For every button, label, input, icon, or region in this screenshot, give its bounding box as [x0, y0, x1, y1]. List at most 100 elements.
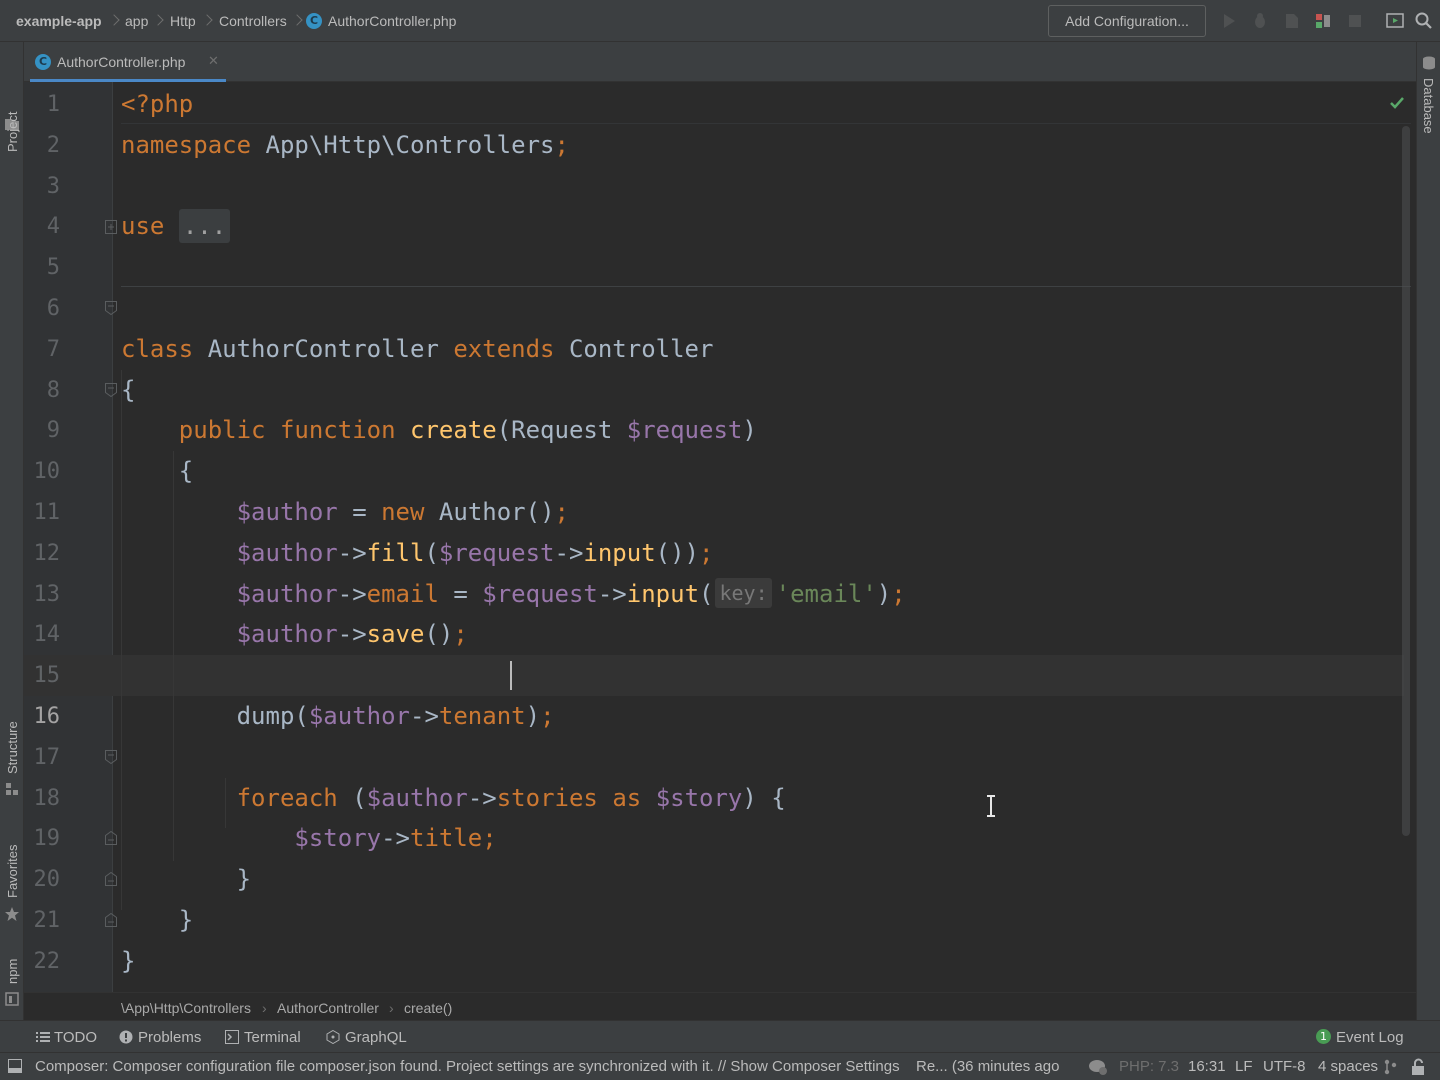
line-number[interactable]: 19: [24, 818, 61, 859]
fold-end-icon[interactable]: [104, 830, 118, 846]
tab-graphql[interactable]: GraphQL: [345, 1029, 407, 1046]
checkmark-icon[interactable]: [1388, 94, 1406, 112]
breadcrumb-app[interactable]: app: [125, 13, 148, 29]
search-icon[interactable]: [1414, 11, 1434, 31]
line-number[interactable]: 6: [24, 288, 60, 329]
php-class-icon: C: [35, 54, 51, 70]
code-line[interactable]: dump($author->tenant);: [121, 696, 555, 737]
tab-terminal[interactable]: Terminal: [244, 1029, 301, 1046]
line-number[interactable]: 3: [24, 166, 60, 207]
breadcrumb-controllers[interactable]: Controllers: [219, 13, 287, 29]
breadcrumb-separator: ›: [262, 1000, 267, 1016]
line-number[interactable]: 7: [24, 329, 60, 370]
vertical-scrollbar[interactable]: [1402, 126, 1410, 836]
code-line[interactable]: use ...: [121, 206, 231, 247]
code-line[interactable]: }: [121, 859, 251, 900]
tool-window-database[interactable]: Database: [1421, 78, 1436, 134]
folded-imports[interactable]: ...: [178, 209, 231, 244]
line-number[interactable]: 17: [24, 737, 61, 778]
line-number[interactable]: 9: [24, 410, 60, 451]
line-number[interactable]: 15: [24, 655, 61, 696]
lock-open-icon[interactable]: [1410, 1058, 1426, 1076]
code-line[interactable]: {: [121, 451, 193, 492]
star-icon: [5, 907, 19, 921]
toggle-tool-windows-icon[interactable]: [8, 1059, 22, 1073]
breadcrumb-namespace[interactable]: \App\Http\Controllers: [121, 1000, 251, 1016]
fold-collapse-icon[interactable]: [104, 749, 118, 765]
indent-setting[interactable]: 4 spaces: [1318, 1058, 1378, 1075]
breadcrumb-project[interactable]: example-app: [16, 13, 102, 29]
code-line[interactable]: class AuthorController extends Controlle…: [121, 329, 713, 370]
php-version[interactable]: PHP: 7.3: [1119, 1058, 1179, 1075]
line-number[interactable]: 12: [24, 533, 61, 574]
fold-end-icon[interactable]: [104, 912, 118, 928]
tool-window-structure[interactable]: Structure: [5, 721, 20, 774]
code-line[interactable]: <?php: [121, 84, 193, 125]
debug-icon[interactable]: [1250, 11, 1270, 31]
line-number[interactable]: 10: [24, 451, 61, 492]
line-number[interactable]: 5: [24, 247, 60, 288]
caret-position[interactable]: 16:31: [1188, 1058, 1226, 1075]
code-token: tenant: [438, 702, 526, 730]
line-number[interactable]: 20: [24, 859, 61, 900]
code-line[interactable]: $author = new Author();: [121, 492, 569, 533]
breadcrumb-http[interactable]: Http: [170, 13, 196, 29]
line-number[interactable]: 22: [24, 941, 61, 982]
tab-authorcontroller[interactable]: C AuthorController.php ✕: [30, 42, 226, 82]
close-icon[interactable]: ✕: [208, 53, 219, 69]
code-token: }: [121, 906, 194, 934]
problems-icon: [119, 1030, 133, 1044]
line-number[interactable]: 13: [24, 574, 61, 615]
status-message[interactable]: Composer: Composer configuration file co…: [35, 1058, 900, 1075]
file-encoding[interactable]: UTF-8: [1263, 1058, 1306, 1075]
code-line[interactable]: $story->title;: [121, 818, 496, 859]
line-number[interactable]: 18: [24, 778, 61, 819]
breadcrumb-file[interactable]: AuthorController.php: [328, 13, 456, 29]
tab-problems[interactable]: Problems: [138, 1029, 201, 1046]
line-number[interactable]: 1: [24, 84, 60, 125]
line-number[interactable]: 2: [24, 125, 60, 166]
tool-window-project[interactable]: Project: [5, 112, 20, 152]
code-token: $story: [655, 783, 743, 812]
fold-collapse-icon[interactable]: [104, 300, 118, 316]
tab-todo[interactable]: TODO: [54, 1029, 97, 1046]
php-interpreter-icon[interactable]: [1088, 1058, 1108, 1076]
stop-icon[interactable]: [1345, 11, 1365, 31]
line-number[interactable]: 11: [24, 492, 61, 533]
breadcrumb-method[interactable]: create(): [404, 1000, 452, 1016]
line-number[interactable]: 21: [24, 900, 61, 941]
code-line[interactable]: namespace App\Http\Controllers;: [121, 125, 569, 166]
tab-event-log[interactable]: Event Log: [1336, 1029, 1404, 1046]
fold-expand-icon[interactable]: [104, 219, 118, 235]
tool-window-npm[interactable]: npm: [5, 959, 20, 984]
status-message-tail[interactable]: Re... (36 minutes ago: [916, 1058, 1059, 1075]
code-token: (: [699, 579, 714, 608]
code-line[interactable]: }: [121, 941, 135, 982]
coverage-icon[interactable]: [1282, 11, 1302, 31]
fold-end-icon[interactable]: [104, 871, 118, 887]
git-icon[interactable]: [1383, 1059, 1397, 1075]
code-line[interactable]: {: [121, 370, 135, 411]
run-icon[interactable]: [1219, 11, 1239, 31]
line-number[interactable]: 14: [24, 614, 61, 655]
code-line[interactable]: foreach ($author->stories as $story) {: [121, 778, 786, 819]
code-line[interactable]: public function create(Request $request): [121, 410, 757, 451]
code-line[interactable]: }: [121, 900, 193, 941]
code-token: foreach: [236, 783, 338, 812]
tool-window-favorites[interactable]: Favorites: [5, 845, 20, 898]
presentation-icon[interactable]: [1385, 11, 1405, 31]
add-configuration-button[interactable]: Add Configuration...: [1048, 5, 1206, 37]
line-number[interactable]: 8: [24, 370, 60, 411]
code-token: use: [121, 212, 165, 241]
line-separator[interactable]: LF: [1235, 1058, 1253, 1075]
code-token: {: [121, 375, 136, 404]
fold-collapse-icon[interactable]: [104, 382, 118, 398]
code-line[interactable]: $author->fill($request->input());: [121, 533, 714, 574]
profiler-icon[interactable]: [1313, 11, 1333, 31]
breadcrumb-class[interactable]: AuthorController: [277, 1000, 379, 1016]
line-number[interactable]: 16: [24, 696, 61, 737]
line-number[interactable]: 4: [24, 206, 60, 247]
code-token: ->: [337, 538, 367, 567]
code-line[interactable]: $author->save();: [121, 614, 468, 655]
code-line[interactable]: $author->email = $request->input(key:'em…: [121, 574, 906, 615]
